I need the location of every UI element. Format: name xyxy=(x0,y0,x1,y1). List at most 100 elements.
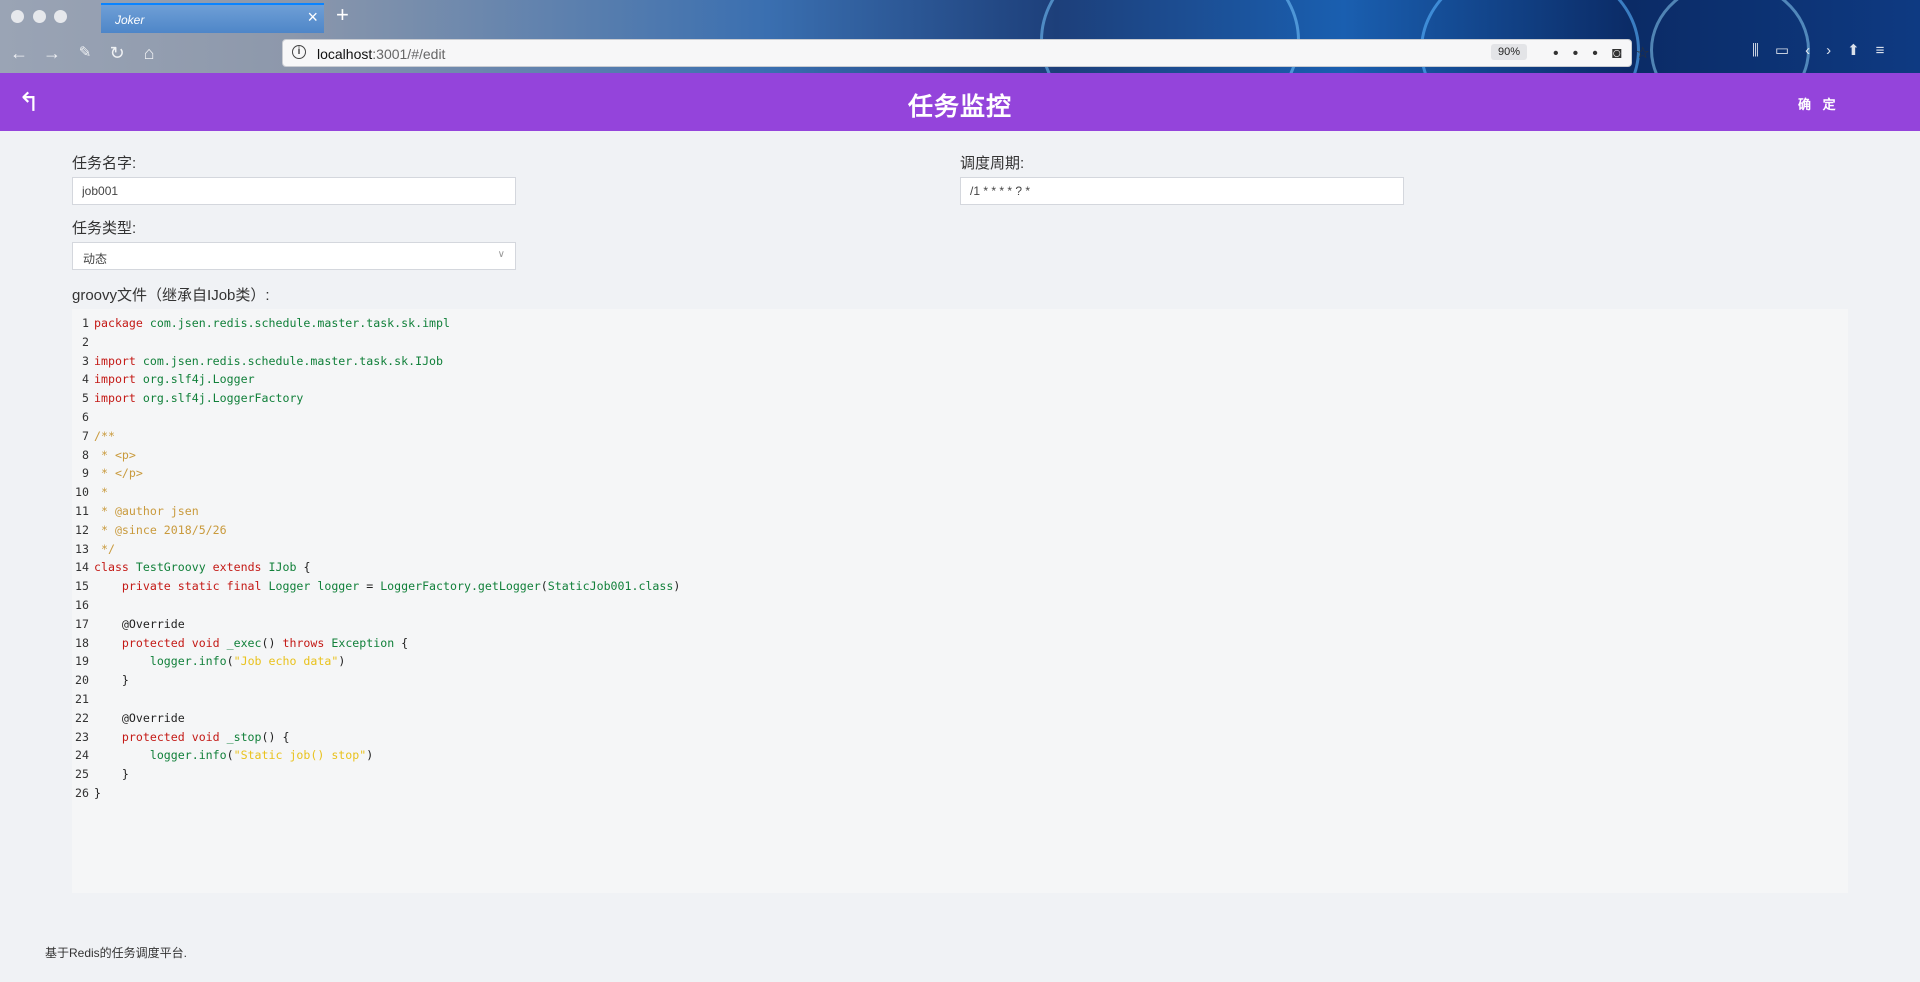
nav-toolbar: ← → ✎ ↻ ⌂ i localhost:3001/#/edit 90% ••… xyxy=(0,33,1920,73)
code-token: _exec xyxy=(219,635,262,650)
menu-icon[interactable]: ≡ xyxy=(1876,42,1901,59)
code-token: ) xyxy=(338,654,346,669)
code-line: 18 protected void _exec() throws Excepti… xyxy=(72,634,1848,653)
confirm-button[interactable]: 确 定 xyxy=(1798,94,1840,113)
url-text[interactable]: localhost:3001/#/edit xyxy=(317,46,445,62)
groovy-label: groovy文件（继承自IJob类）: xyxy=(72,287,270,304)
code-token: package xyxy=(94,316,143,330)
tab-close-icon[interactable]: × xyxy=(307,7,318,28)
reload-icon[interactable]: ↻ xyxy=(104,40,130,66)
code-editor[interactable]: 1 package com.jsen.redis.schedule.master.… xyxy=(72,309,1848,893)
job-name-label: 任务名字: xyxy=(72,155,137,172)
code-line: 17 @Override xyxy=(72,615,1848,634)
code-token: com.jsen.redis.schedule.master.task.sk.I… xyxy=(135,353,444,368)
code-token: "Static job() stop" xyxy=(233,748,367,763)
line-number: 16 xyxy=(75,597,89,612)
line-number: 24 xyxy=(75,748,89,763)
line-number: 3 xyxy=(82,353,89,368)
code-line: 21 xyxy=(72,690,1848,709)
job-type-value: 动态 xyxy=(83,252,108,266)
cron-input[interactable] xyxy=(960,177,1404,205)
code-token: * </p> xyxy=(94,466,143,481)
code-line: 19 logger.info("Job echo data") xyxy=(72,652,1848,671)
line-number: 1 xyxy=(82,316,89,330)
code-token: * xyxy=(94,485,108,500)
code-line: 10 * xyxy=(72,483,1848,502)
more-icon[interactable]: ••• xyxy=(1553,45,1612,62)
job-type-label: 任务类型: xyxy=(72,220,137,237)
url-host: localhost xyxy=(317,46,373,62)
line-number: 5 xyxy=(82,391,89,406)
info-icon[interactable]: i xyxy=(292,45,306,59)
code-token: StaticJob001.class xyxy=(547,579,674,594)
code-line: 24 logger.info("Static job() stop") xyxy=(72,746,1848,765)
code-token: "Job echo data" xyxy=(233,654,339,669)
code-token: import xyxy=(94,372,136,387)
browser-chrome: Joker × + ← → ✎ ↻ ⌂ i localhost:3001/#/e… xyxy=(0,0,1920,73)
devtools-icon[interactable]: ‹› xyxy=(1805,42,1847,59)
code-token: import xyxy=(94,391,136,406)
url-bar[interactable]: i localhost:3001/#/edit 90% •••◙☆ xyxy=(282,39,1650,67)
code-token: * @since 2018/5/26 xyxy=(94,522,227,537)
code-line: 15 private static final Logger logger = … xyxy=(72,577,1848,596)
tab-title: Joker xyxy=(115,13,145,27)
window-minimize-dot[interactable] xyxy=(33,10,46,23)
code-line: 22 @Override xyxy=(72,709,1848,728)
code-token: throws xyxy=(282,635,325,650)
code-token: } xyxy=(94,767,129,782)
extension-icon[interactable]: ⬆ xyxy=(1847,42,1876,59)
window-zoom-dot[interactable] xyxy=(54,10,67,23)
code-line: 23 protected void _stop() { xyxy=(72,728,1848,747)
code-token: org.slf4j.LoggerFactory xyxy=(135,391,304,406)
pocket-icon[interactable]: ◙ xyxy=(1612,45,1636,62)
code-token: { xyxy=(303,560,311,575)
line-number: 20 xyxy=(75,673,89,688)
home-icon[interactable]: ⌂ xyxy=(136,40,162,66)
new-tab-icon[interactable]: + xyxy=(336,2,349,28)
code-line: 20 } xyxy=(72,671,1848,690)
code-token: IJob xyxy=(261,560,304,575)
code-token: @Override xyxy=(94,616,185,631)
library-icon[interactable]: ⫼ xyxy=(1752,42,1775,59)
cron-label: 调度周期: xyxy=(960,155,1025,172)
bookmark-star-icon[interactable]: ☆ xyxy=(1635,45,1663,62)
tab-strip: Joker × + xyxy=(0,0,1920,33)
code-line: 13 */ xyxy=(72,540,1848,559)
toolbar-right: ⫼▭‹›⬆≡ xyxy=(1752,41,1900,59)
line-number: 13 xyxy=(75,541,89,556)
code-token: protected void xyxy=(94,729,220,744)
code-line: 5 import org.slf4j.LoggerFactory xyxy=(72,389,1848,408)
code-token: ) xyxy=(366,748,374,763)
code-token: ( xyxy=(226,654,234,669)
sidebar-icon[interactable]: ▭ xyxy=(1775,42,1805,59)
back-icon[interactable]: ← xyxy=(6,40,32,66)
tools-icon[interactable]: ✎ xyxy=(72,40,98,66)
code-line: 8 * <p> xyxy=(72,446,1848,465)
job-type-select[interactable]: 动态 ∨ xyxy=(72,242,516,270)
line-number: 4 xyxy=(82,372,89,387)
line-number: 2 xyxy=(82,334,89,349)
zoom-badge[interactable]: 90% xyxy=(1491,44,1528,60)
line-number: 6 xyxy=(82,409,89,424)
line-number: 10 xyxy=(75,485,89,500)
code-token: ( xyxy=(540,579,548,594)
code-line: 1 package com.jsen.redis.schedule.master.… xyxy=(72,314,1848,333)
code-token: * @author jsen xyxy=(94,503,199,518)
code-token: LoggerFactory.getLogger xyxy=(373,579,541,594)
line-number: 22 xyxy=(75,710,89,725)
line-number: 12 xyxy=(75,522,89,537)
code-line: 26} xyxy=(72,784,1848,803)
browser-tab[interactable]: Joker × xyxy=(101,3,324,33)
url-actions: •••◙☆ xyxy=(1553,43,1664,63)
code-token: { xyxy=(401,635,409,650)
code-token: Exception xyxy=(324,635,402,650)
forward-icon[interactable]: → xyxy=(39,40,65,66)
line-number: 23 xyxy=(75,729,89,744)
job-name-input[interactable] xyxy=(72,177,516,205)
code-line: 14 class TestGroovy extends IJob { xyxy=(72,558,1848,577)
window-close-dot[interactable] xyxy=(11,10,24,23)
code-token: ( xyxy=(226,748,234,763)
code-token: extends xyxy=(212,560,262,575)
code-line: 2 xyxy=(72,333,1848,352)
code-token: Logger logger xyxy=(261,579,367,594)
